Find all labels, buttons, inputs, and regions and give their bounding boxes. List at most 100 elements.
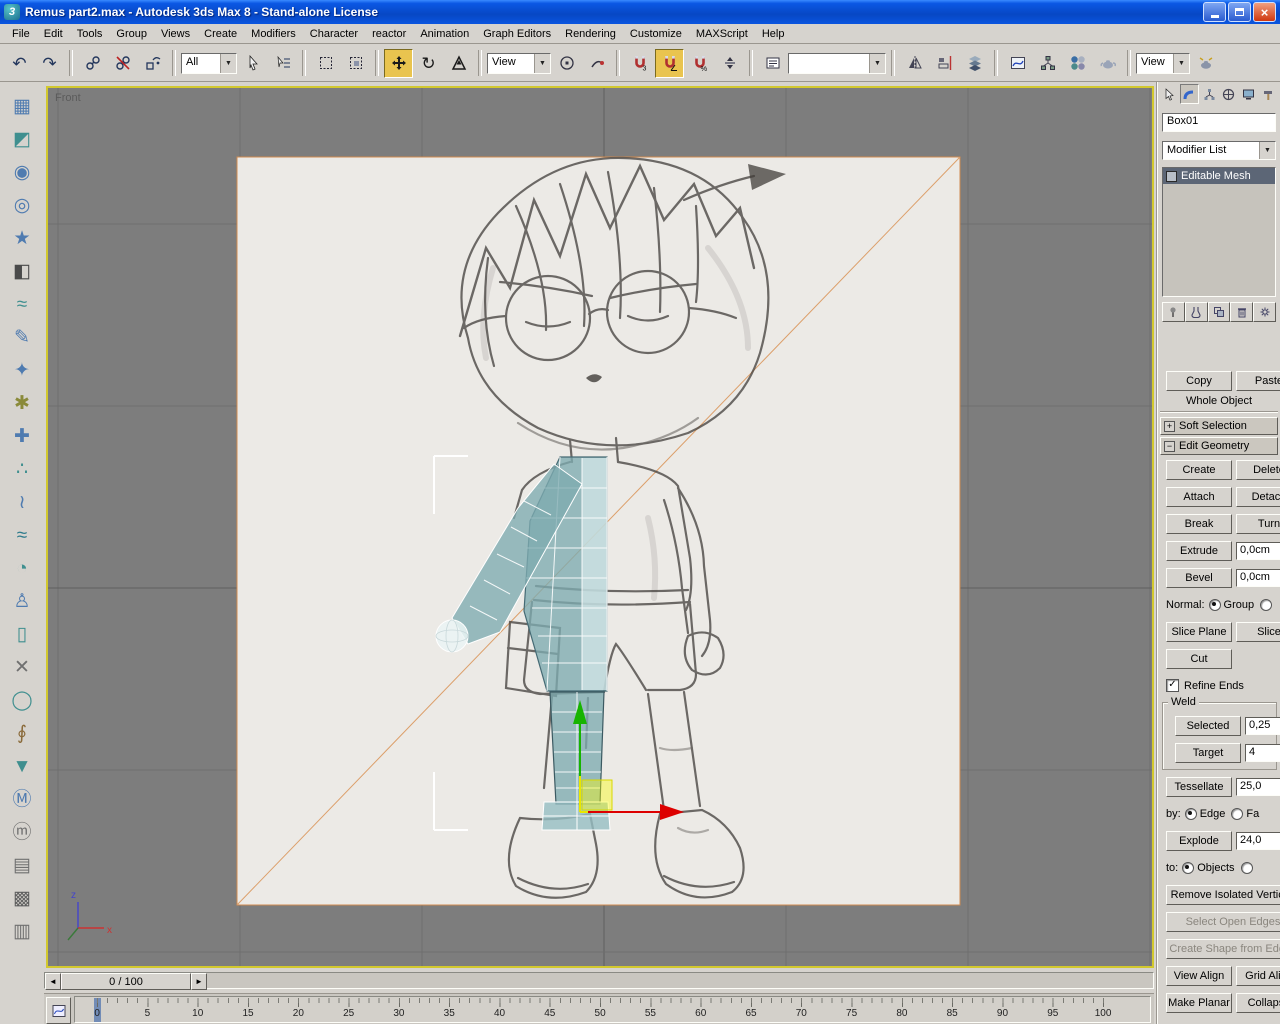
track-bar-ruler[interactable]: 0 5 10 15 20 25 30 35 40 45 50 55 60 65 70 75 80 85 90 95 10… — [74, 996, 1151, 1023]
checker-icon[interactable]: ▩ — [6, 884, 38, 913]
bones-icon[interactable]: ✕ — [6, 653, 38, 682]
quarter-sphere-icon[interactable]: ◔ — [6, 554, 38, 583]
modifier-stack[interactable]: Editable Mesh — [1162, 167, 1276, 297]
select-and-move-button[interactable] — [384, 48, 413, 78]
option-radio[interactable] — [1260, 598, 1273, 611]
figure-icon[interactable]: ♙ — [6, 587, 38, 616]
selected-spinner[interactable]: 0,25 — [1245, 716, 1280, 735]
viewport-front[interactable]: z x Front — [46, 86, 1154, 968]
lamp-icon[interactable]: ◎ — [6, 191, 38, 220]
springs-icon[interactable]: ≈ — [6, 290, 38, 319]
select-and-scale-button[interactable] — [444, 49, 473, 78]
named-selection-sets-button[interactable] — [758, 49, 787, 78]
select-by-name-button[interactable] — [268, 49, 297, 78]
percent-snap-button[interactable]: % — [685, 49, 714, 78]
extrude-button[interactable]: Extrude — [1166, 540, 1232, 561]
target-button[interactable]: Target — [1175, 742, 1241, 763]
angle-snap-button[interactable] — [655, 48, 684, 78]
time-slider-thumb[interactable]: 0 / 100 — [61, 973, 191, 990]
menu-item[interactable]: Help — [755, 26, 792, 42]
select-and-manipulate-button[interactable] — [582, 49, 611, 78]
copy-named-selection-button[interactable]: Copy — [1166, 370, 1232, 391]
next-frame-button[interactable]: ► — [191, 973, 207, 990]
render-setup-button[interactable] — [1093, 49, 1122, 78]
menu-item[interactable]: Views — [154, 26, 197, 42]
tessellate-button[interactable]: Tessellate — [1166, 776, 1232, 797]
wave-icon[interactable]: ≀ — [6, 488, 38, 517]
collapse-button[interactable]: Collapse — [1236, 992, 1280, 1013]
menu-item[interactable]: Group — [109, 26, 154, 42]
menu-item[interactable]: Graph Editors — [476, 26, 558, 42]
chevron-down-icon[interactable]: ▼ — [869, 53, 885, 73]
make-planar-button[interactable]: Make Planar — [1166, 992, 1232, 1013]
menu-item[interactable]: MAXScript — [689, 26, 755, 42]
stack-item-editable-mesh[interactable]: Editable Mesh — [1163, 168, 1275, 184]
rollout-edit-geometry[interactable]: − Edit Geometry — [1160, 437, 1278, 455]
bevel-spinner[interactable]: 0,0cm — [1236, 568, 1280, 587]
menu-item[interactable]: Create — [197, 26, 244, 42]
rollout-soft-selection[interactable]: + Soft Selection — [1160, 417, 1278, 435]
menu-item[interactable]: File — [5, 26, 37, 42]
viewport-canvas[interactable]: z x — [48, 88, 1152, 966]
cut-button[interactable]: Cut — [1166, 648, 1232, 669]
group-radio[interactable] — [1208, 598, 1221, 611]
spiral-icon[interactable]: ∮ — [6, 719, 38, 748]
create-button[interactable]: Create — [1166, 459, 1232, 480]
chevron-down-icon[interactable]: ▼ — [1173, 53, 1189, 73]
turn-button[interactable]: Turn — [1236, 513, 1280, 534]
selected-button[interactable]: Selected — [1175, 715, 1241, 736]
delete-button[interactable]: Delete — [1236, 459, 1280, 480]
mirror-button[interactable] — [900, 49, 929, 78]
menu-item[interactable]: Modifiers — [244, 26, 303, 42]
edge-radio[interactable] — [1184, 807, 1197, 820]
viewport-label[interactable]: Front — [55, 92, 81, 104]
metaball-gray-icon[interactable]: ⓜ — [6, 818, 38, 847]
explode-spinner[interactable]: 24,0 — [1236, 831, 1280, 850]
selection-filter-dropdown[interactable]: All ▼ — [181, 52, 237, 74]
tshirt-icon[interactable]: ▼ — [6, 752, 38, 781]
gizmo-xy-plane-handle[interactable] — [581, 779, 613, 811]
option-radio[interactable] — [1240, 861, 1253, 874]
select-and-link-button[interactable] — [78, 49, 107, 78]
tab-modify[interactable] — [1179, 84, 1199, 104]
barrel-icon[interactable]: ▯ — [6, 620, 38, 649]
extrude-spinner[interactable]: 0,0cm — [1236, 541, 1280, 560]
curve-editor-button[interactable] — [1003, 49, 1032, 78]
slice-button[interactable]: Slice — [1236, 621, 1280, 642]
use-pivot-center-button[interactable] — [552, 49, 581, 78]
track-bar[interactable]: 0 5 10 15 20 25 30 35 40 45 50 55 60 65 70 75 80 85 90 95 10… — [44, 993, 1154, 1024]
show-end-result-button[interactable] — [1184, 302, 1208, 322]
layer-manager-button[interactable] — [960, 49, 989, 78]
detach-button[interactable]: Detach — [1236, 486, 1280, 507]
refine-ends-checkbox[interactable]: ✓ — [1166, 679, 1179, 692]
slice-plane-button[interactable]: Slice Plane — [1166, 621, 1232, 642]
ripple-icon[interactable]: ≈ — [6, 521, 38, 550]
menu-item[interactable]: Edit — [37, 26, 70, 42]
align-button[interactable] — [930, 49, 959, 78]
pencil-icon[interactable]: ✎ — [6, 323, 38, 352]
named-selection-dropdown[interactable]: ▼ — [788, 52, 886, 74]
select-and-rotate-button[interactable]: ↻ — [414, 49, 443, 78]
modifier-list-dropdown[interactable]: Modifier List ▼ — [1162, 141, 1276, 160]
menu-item[interactable]: Tools — [70, 26, 110, 42]
stack-icon[interactable]: ▤ — [6, 851, 38, 880]
previous-frame-button[interactable]: ◄ — [45, 973, 61, 990]
redo-button[interactable]: ↷ — [35, 49, 64, 78]
tab-display[interactable] — [1239, 84, 1258, 104]
configure-modifier-sets-button[interactable] — [1253, 302, 1276, 322]
ring-icon[interactable]: ◯ — [6, 686, 38, 715]
metaball-icon[interactable]: Ⓜ — [6, 785, 38, 814]
bevel-button[interactable]: Bevel — [1166, 567, 1232, 588]
time-slider-track[interactable] — [44, 972, 1154, 989]
objects-radio[interactable] — [1182, 861, 1195, 874]
target-spinner[interactable]: 4 — [1245, 743, 1280, 762]
break-button[interactable]: Break — [1166, 513, 1232, 534]
schematic-view-button[interactable] — [1033, 49, 1062, 78]
paste-named-selection-button[interactable]: Paste — [1236, 370, 1280, 391]
star-icon[interactable]: ★ — [6, 224, 38, 253]
collapse-icon[interactable]: − — [1164, 440, 1175, 452]
quick-render-button[interactable] — [1191, 49, 1220, 78]
maximize-button[interactable] — [1228, 2, 1251, 22]
reference-coordinate-dropdown[interactable]: View ▼ — [487, 52, 551, 74]
make-unique-button[interactable] — [1207, 302, 1231, 322]
